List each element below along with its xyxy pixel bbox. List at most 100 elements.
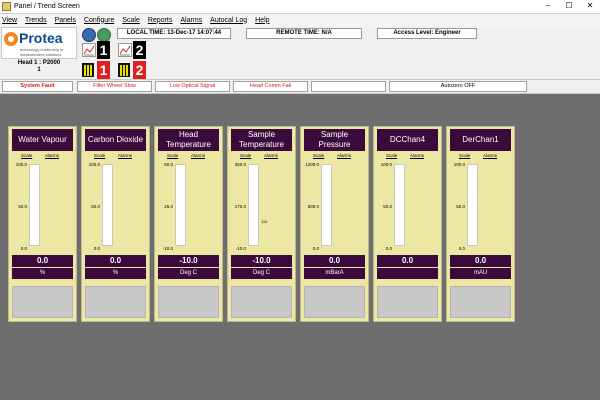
- gauge-bar: [248, 164, 259, 246]
- window-controls: – ☐ ✕: [542, 1, 596, 10]
- head-number: 1: [37, 67, 41, 73]
- scale-header: Scale: [313, 153, 325, 158]
- protea-logo: Protea technology leadership in measurem…: [1, 27, 77, 59]
- gauge-5[interactable]: DCChan4 Scale Alarms 100.0 50.0 0.0 0.0: [373, 126, 442, 322]
- local-time-panel: LOCAL TIME: 13-Dec-17 14:07:44: [117, 28, 231, 39]
- scale-tick-label: 100.0: [380, 162, 392, 167]
- scale-header: Scale: [386, 153, 398, 158]
- gauge-value: 0.0: [377, 255, 438, 267]
- head-info: Head 1 : P2000 1: [1, 60, 77, 74]
- menu-reports[interactable]: Reports: [148, 17, 173, 24]
- access-level-panel: Access Level: Engineer: [377, 28, 477, 39]
- scale-tick-label: 60.0: [164, 162, 173, 167]
- alarms-header: Alarms: [264, 153, 279, 158]
- scale-tick-label: 100.0: [88, 162, 100, 167]
- gauge-title: DCChan4: [377, 129, 438, 151]
- head-2-digit[interactable]: 2: [133, 41, 146, 59]
- gauge-title: DerChan1: [450, 129, 511, 151]
- scale-tick-label: 600.0: [307, 204, 319, 209]
- gauge-unit: Deg C: [158, 268, 219, 279]
- alarm-2-digit[interactable]: 2: [133, 61, 146, 79]
- scale-tick-label: 1200.0: [305, 162, 319, 167]
- scale-tick-label: 0.0: [93, 246, 100, 251]
- gauge-bar: [175, 164, 186, 246]
- menu-configure[interactable]: Configure: [84, 17, 114, 24]
- status-bar: System Fault Filter Wheel Slow Low Optic…: [0, 80, 600, 94]
- gauge-4[interactable]: Sample Pressure Scale Alarms 1200.0 600.0 0.0…: [300, 126, 369, 322]
- bar-meter-icon[interactable]: [82, 63, 94, 77]
- gauge-value: 0.0: [12, 255, 73, 267]
- logo-tagline: technology leadership in measurement sol…: [20, 47, 64, 57]
- menu-alarms[interactable]: Alarms: [180, 17, 202, 24]
- network-icon[interactable]: [97, 28, 111, 42]
- scale-tick-label: 0.0: [20, 246, 27, 251]
- scale-tick-label: 50.0: [456, 204, 465, 209]
- scale-tick-label: 0.0: [385, 246, 392, 251]
- alarms-header: Alarms: [483, 153, 498, 158]
- gauge-footer-box: [231, 286, 292, 318]
- gauge-3[interactable]: Sample Temperature Scale Alarms 350.0 170.0 -…: [227, 126, 296, 322]
- logo-name: Protea: [19, 30, 63, 46]
- title-bar: Panel / Trend Screen – ☐ ✕: [0, 0, 600, 14]
- menu-autocal-log[interactable]: Autocal Log: [210, 17, 247, 24]
- status-filter-wheel: Filter Wheel Slow: [77, 81, 152, 92]
- gauge-footer-box: [450, 286, 511, 318]
- trend-chart-icon-2[interactable]: [118, 43, 132, 57]
- gauge-0[interactable]: Water Vapour Scale Alarms 100.0 50.0 0.0 0.0%: [8, 126, 77, 322]
- scale-header: Scale: [459, 153, 471, 158]
- scale-tick-label: 0.0: [458, 246, 465, 251]
- gauge-unit: mAU: [450, 268, 511, 279]
- scale-tick-label: 0.0: [312, 246, 319, 251]
- gauge-2[interactable]: Head Temperature Scale Alarms 60.0 25.0 -10.0…: [154, 126, 223, 322]
- gauge-unit: [377, 268, 438, 279]
- menu-trends[interactable]: Trends: [25, 17, 47, 24]
- globe-icon[interactable]: [82, 28, 96, 42]
- scale-tick-label: 50.0: [91, 204, 100, 209]
- bar-meter-icon-2[interactable]: [118, 63, 130, 77]
- gauge-value: 0.0: [450, 255, 511, 267]
- gauge-bar: [467, 164, 478, 246]
- menu-panels[interactable]: Panels: [55, 17, 76, 24]
- scale-tick-label: 170.0: [234, 204, 246, 209]
- gauge-value: -10.0: [158, 255, 219, 267]
- head-label: Head 1 : P2000: [17, 60, 61, 66]
- scale-tick-label: 350.0: [234, 162, 246, 167]
- alarms-header: Alarms: [45, 153, 60, 158]
- alarm-1-digit[interactable]: 1: [97, 61, 110, 79]
- menu-scale[interactable]: Scale: [122, 17, 140, 24]
- minimize-button[interactable]: –: [542, 1, 554, 10]
- gauge-footer-box: [12, 286, 73, 318]
- toolbar: Protea technology leadership in measurem…: [0, 26, 600, 80]
- menu-view[interactable]: View: [2, 17, 17, 24]
- status-empty: [311, 81, 386, 92]
- close-button[interactable]: ✕: [584, 1, 596, 10]
- scale-header: Scale: [167, 153, 179, 158]
- gauge-footer-box: [377, 286, 438, 318]
- head-1-digit[interactable]: 1: [97, 41, 110, 59]
- scale-tick-label: 100.0: [15, 162, 27, 167]
- gauge-6[interactable]: DerChan1 Scale Alarms 100.0 50.0 0.0 0.0 mAU: [446, 126, 515, 322]
- gauge-bar: [29, 164, 40, 246]
- remote-time-panel: REMOTE TIME: N/A: [246, 28, 362, 39]
- scale-tick-label: 25.0: [164, 204, 173, 209]
- gauge-bar: [102, 164, 113, 246]
- gauge-footer-box: [158, 286, 219, 318]
- maximize-button[interactable]: ☐: [563, 1, 575, 10]
- gauge-bar: [321, 164, 332, 246]
- protea-logo-mark: [4, 32, 18, 46]
- gauge-1[interactable]: Carbon Dioxide Scale Alarms 100.0 50.0 0.0 0.0…: [81, 126, 150, 322]
- alarm-marker: 110: [261, 219, 268, 224]
- gauge-value: 0.0: [85, 255, 146, 267]
- alarms-header: Alarms: [118, 153, 133, 158]
- gauge-bar: [394, 164, 405, 246]
- status-system-fault: System Fault: [2, 81, 73, 92]
- scale-header: Scale: [240, 153, 252, 158]
- trend-chart-icon[interactable]: [82, 43, 96, 57]
- gauge-value: 0.0: [304, 255, 365, 267]
- scale-header: Scale: [94, 153, 106, 158]
- menu-help[interactable]: Help: [255, 17, 269, 24]
- gauge-title: Water Vapour: [12, 129, 73, 151]
- alarms-header: Alarms: [410, 153, 425, 158]
- scale-header: Scale: [21, 153, 33, 158]
- gauge-title: Sample Temperature: [231, 129, 292, 151]
